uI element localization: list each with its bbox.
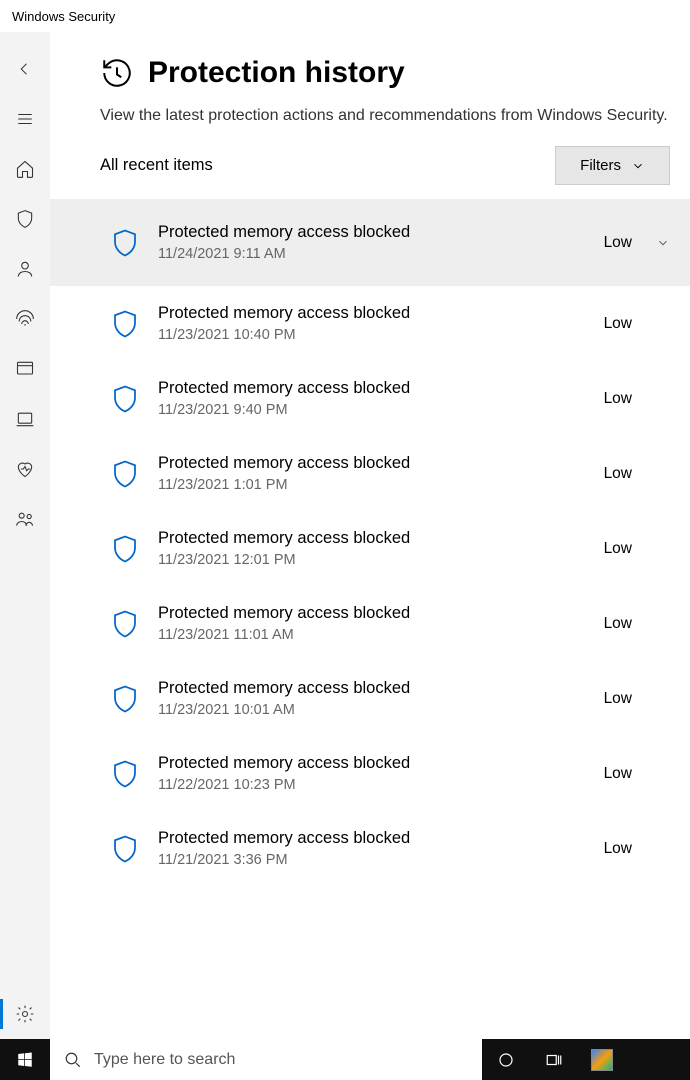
history-item[interactable]: Protected memory access blocked 11/23/202…: [50, 286, 690, 361]
history-item-severity: Low: [604, 234, 632, 252]
history-item-time: 11/21/2021 3:36 PM: [158, 852, 586, 868]
history-item-severity: Low: [604, 765, 632, 783]
app-thumbnail-icon: [591, 1049, 613, 1071]
nav-app-control[interactable]: [0, 344, 50, 394]
history-item-severity: Low: [604, 690, 632, 708]
shield-icon: [110, 532, 140, 566]
history-item-title: Protected memory access blocked: [158, 829, 586, 848]
shield-outline-icon: [15, 209, 35, 229]
history-item-title: Protected memory access blocked: [158, 223, 586, 242]
person-icon: [15, 259, 35, 279]
history-item[interactable]: Protected memory access blocked 11/22/202…: [50, 736, 690, 811]
chevron-down-icon: [631, 159, 645, 173]
shield-icon: [110, 832, 140, 866]
page-title: Protection history: [148, 56, 405, 90]
history-item-time: 11/23/2021 10:01 AM: [158, 702, 586, 718]
history-icon: [100, 56, 134, 90]
shield-icon: [110, 457, 140, 491]
device-security-icon: [15, 409, 35, 429]
home-icon: [15, 159, 35, 179]
history-item-severity: Low: [604, 465, 632, 483]
family-icon: [15, 509, 35, 529]
taskview-icon: [545, 1051, 563, 1069]
history-item[interactable]: Protected memory access blocked 11/24/202…: [50, 199, 690, 286]
taskbar-taskview[interactable]: [530, 1039, 578, 1080]
history-item-time: 11/22/2021 10:23 PM: [158, 777, 586, 793]
nav-device-health[interactable]: [0, 444, 50, 494]
taskbar: Type here to search: [0, 1039, 690, 1080]
history-item-title: Protected memory access blocked: [158, 304, 586, 323]
search-placeholder: Type here to search: [94, 1051, 235, 1069]
history-item-time: 11/23/2021 9:40 PM: [158, 402, 586, 418]
chevron-down-icon: [656, 236, 670, 250]
heart-icon: [15, 459, 35, 479]
history-item[interactable]: Protected memory access blocked 11/23/202…: [50, 361, 690, 436]
app-control-icon: [15, 359, 35, 379]
shield-icon: [110, 757, 140, 791]
filters-button[interactable]: Filters: [555, 146, 670, 185]
history-item-title: Protected memory access blocked: [158, 379, 586, 398]
window-title: Windows Security: [12, 9, 115, 24]
nav-back[interactable]: [0, 44, 50, 94]
taskbar-cortana[interactable]: [482, 1039, 530, 1080]
shield-icon: [110, 307, 140, 341]
history-item[interactable]: Protected memory access blocked 11/23/202…: [50, 436, 690, 511]
start-button[interactable]: [0, 1039, 50, 1080]
history-item-title: Protected memory access blocked: [158, 454, 586, 473]
back-icon: [16, 60, 34, 78]
history-item-severity: Low: [604, 615, 632, 633]
history-item-severity: Low: [604, 390, 632, 408]
history-item-severity: Low: [604, 840, 632, 858]
nav-home[interactable]: [0, 144, 50, 194]
history-item-time: 11/23/2021 12:01 PM: [158, 552, 586, 568]
history-list: Protected memory access blocked 11/24/202…: [50, 199, 690, 1039]
history-item-time: 11/24/2021 9:11 AM: [158, 246, 586, 262]
nav-settings[interactable]: [0, 989, 50, 1039]
nav-firewall[interactable]: [0, 294, 50, 344]
shield-icon: [110, 382, 140, 416]
cortana-icon: [497, 1051, 515, 1069]
sidebar: [0, 32, 50, 1039]
history-item[interactable]: Protected memory access blocked 11/23/202…: [50, 586, 690, 661]
nav-virus-protection[interactable]: [0, 194, 50, 244]
window-titlebar: Windows Security: [0, 0, 690, 32]
history-item-time: 11/23/2021 1:01 PM: [158, 477, 586, 493]
content: Protection history View the latest prote…: [50, 32, 690, 1039]
shield-icon: [110, 226, 140, 260]
history-item[interactable]: Protected memory access blocked 11/23/202…: [50, 511, 690, 586]
taskbar-app[interactable]: [578, 1039, 626, 1080]
history-item-time: 11/23/2021 10:40 PM: [158, 327, 586, 343]
history-item-title: Protected memory access blocked: [158, 604, 586, 623]
shield-icon: [110, 682, 140, 716]
page-subtitle: View the latest protection actions and r…: [50, 90, 690, 146]
search-icon: [64, 1051, 82, 1069]
menu-icon: [16, 110, 34, 128]
nav-device-security[interactable]: [0, 394, 50, 444]
history-item-severity: Low: [604, 540, 632, 558]
history-item-title: Protected memory access blocked: [158, 754, 586, 773]
history-item-severity: Low: [604, 315, 632, 333]
filters-label: Filters: [580, 157, 621, 174]
gear-icon: [15, 1004, 35, 1024]
section-label: All recent items: [100, 156, 213, 175]
nav-menu[interactable]: [0, 94, 50, 144]
shield-icon: [110, 607, 140, 641]
history-item-title: Protected memory access blocked: [158, 529, 586, 548]
history-item[interactable]: Protected memory access blocked 11/23/202…: [50, 661, 690, 736]
signal-icon: [15, 309, 35, 329]
history-item-time: 11/23/2021 11:01 AM: [158, 627, 586, 643]
nav-account-protection[interactable]: [0, 244, 50, 294]
history-item-title: Protected memory access blocked: [158, 679, 586, 698]
windows-icon: [16, 1051, 34, 1069]
taskbar-search[interactable]: Type here to search: [50, 1039, 482, 1080]
history-item[interactable]: Protected memory access blocked 11/21/202…: [50, 811, 690, 886]
nav-family-options[interactable]: [0, 494, 50, 544]
